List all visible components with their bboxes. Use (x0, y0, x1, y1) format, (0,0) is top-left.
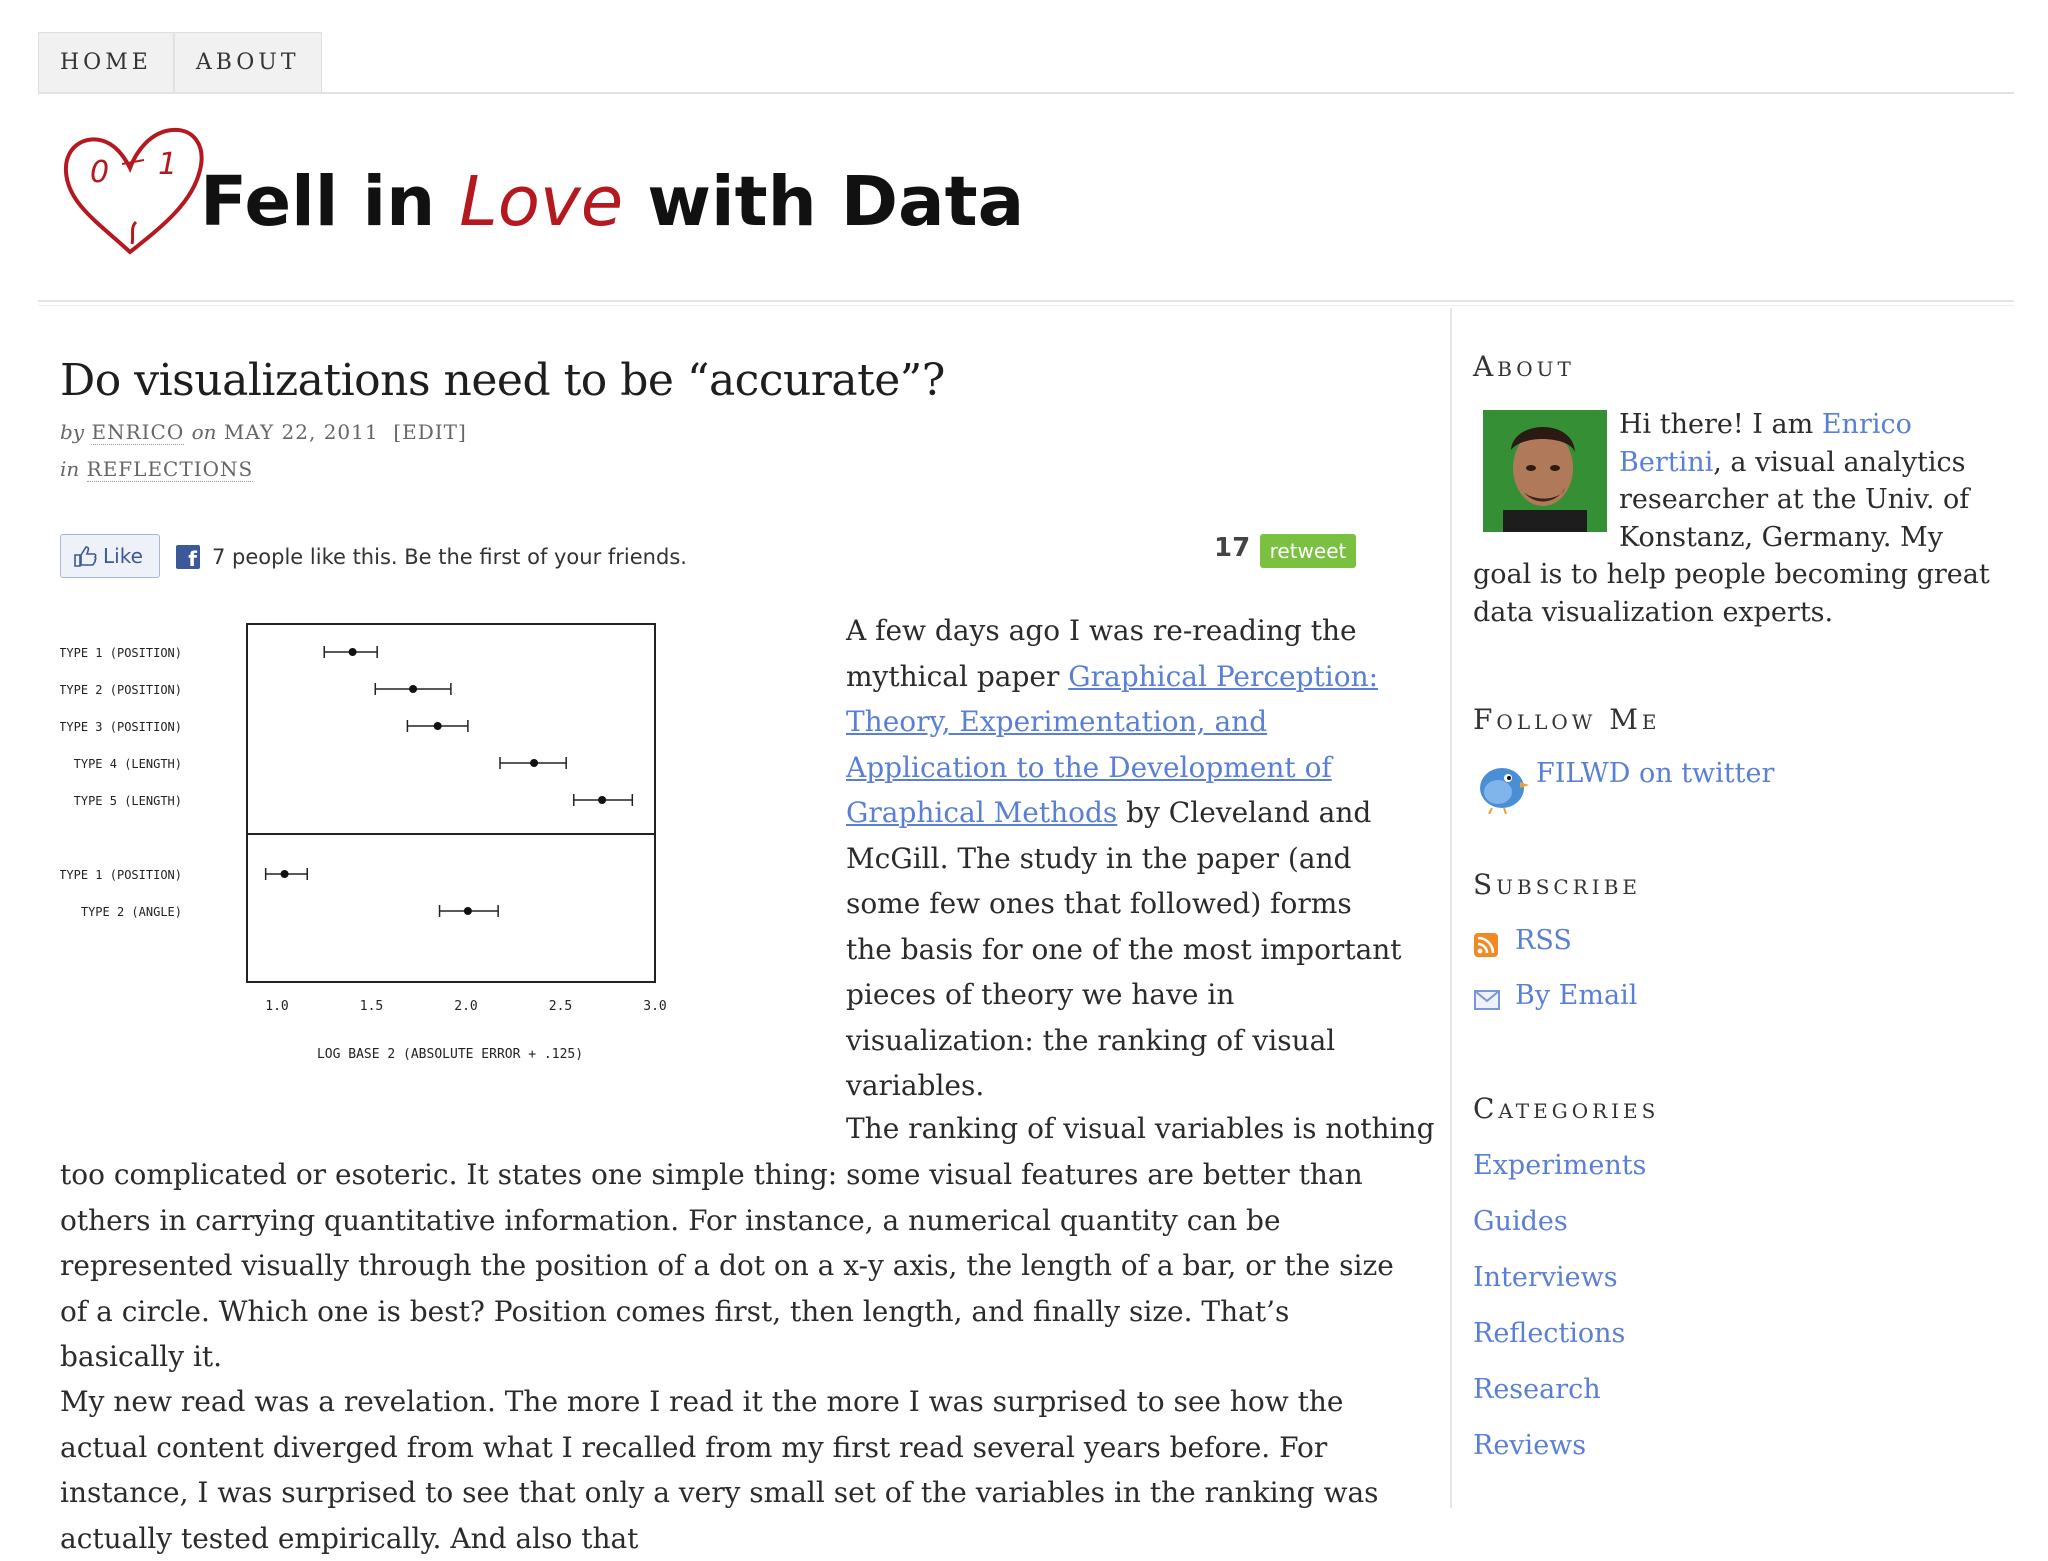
row-label: TYPE 3 (POSITION) (60, 720, 182, 734)
about-text-before: Hi there! I am (1619, 409, 1822, 440)
chart-xlabel: LOG BASE 2 (ABSOLUTE ERROR + .125) (317, 1047, 583, 1062)
x-tick-label: 2.0 (454, 999, 477, 1014)
chart-ticks: 1.0 1.5 2.0 2.5 3.0 (265, 999, 666, 1014)
email-icon[interactable] (1474, 990, 1500, 1010)
twitter-bird-icon[interactable] (1474, 754, 1530, 814)
row-label: TYPE 2 (POSITION) (60, 683, 182, 697)
byline-on: on (191, 420, 217, 444)
intro-paragraph: A few days ago I was re-reading the myth… (846, 608, 1406, 1109)
data-point (280, 870, 289, 878)
data-point (598, 796, 607, 804)
nav-divider (38, 92, 2014, 94)
category-interviews[interactable]: Interviews (1473, 1262, 1618, 1293)
byline-author[interactable]: ENRICO (91, 420, 185, 445)
site-title-love: Love (459, 162, 624, 242)
facebook-like-button[interactable]: Like (60, 534, 160, 578)
data-point (348, 648, 357, 656)
row-label: TYPE 5 (LENGTH) (74, 794, 182, 808)
chart-frame (246, 623, 656, 983)
thumbs-up-icon (74, 546, 97, 567)
site-title-part2: with Data (623, 162, 1025, 242)
retweet-button[interactable]: retweet (1260, 534, 1356, 568)
sidebar-about-title: About (1473, 350, 1575, 383)
rss-link[interactable]: RSS (1515, 925, 1572, 956)
category-reviews[interactable]: Reviews (1473, 1430, 1586, 1461)
data-point (433, 722, 442, 730)
category-experiments[interactable]: Experiments (1473, 1150, 1646, 1181)
paragraph2-first-line: The ranking of visual variables is nothi… (846, 1112, 1435, 1145)
heart-logo-icon[interactable]: 0 1 (60, 124, 208, 258)
nav-about[interactable]: ABOUT (173, 32, 322, 92)
top-nav: HOME ABOUT (38, 32, 322, 92)
avatar (1483, 410, 1607, 532)
row-label: TYPE 2 (ANGLE) (81, 905, 182, 919)
x-tick-label: 3.0 (643, 999, 666, 1014)
byline-by: by (60, 420, 85, 444)
sidebar-categories-title: Categories (1473, 1092, 1660, 1125)
category-guides[interactable]: Guides (1473, 1206, 1568, 1237)
byline-date: MAY 22, 2011 (223, 420, 379, 444)
x-tick-label: 1.0 (265, 999, 288, 1014)
sidebar-follow-title: Follow Me (1473, 703, 1661, 736)
category-in: in (60, 457, 80, 481)
twitter-link[interactable]: FILWD on twitter (1536, 758, 1774, 789)
header-divider (38, 300, 2014, 302)
rss-icon[interactable] (1474, 933, 1498, 957)
x-tick-label: 2.5 (549, 999, 572, 1014)
logo-digit-zero: 0 (90, 155, 109, 190)
data-point (463, 907, 472, 915)
category-research[interactable]: Research (1473, 1374, 1601, 1405)
nav-home[interactable]: HOME (38, 32, 174, 92)
chart-rows: TYPE 1 (POSITION) TYPE 2 (POSITION) TYPE 3… (60, 646, 634, 919)
perception-chart: TYPE 1 (POSITION) TYPE 2 (POSITION) TYPE 3… (60, 623, 667, 1062)
category-reflections[interactable]: Reflections (1473, 1318, 1625, 1349)
edit-link[interactable]: [EDIT] (393, 420, 466, 444)
like-label: Like (103, 544, 143, 568)
x-tick-label: 1.5 (360, 999, 383, 1014)
sidebar-subscribe-title: Subscribe (1473, 868, 1641, 901)
paragraph2: too complicated or esoteric. It states o… (60, 1158, 1394, 1373)
data-point (409, 685, 418, 693)
retweet-count: 17 (1214, 533, 1251, 563)
sidebar-divider (1450, 308, 1452, 1508)
post-title[interactable]: Do visualizations need to be “accurate”? (60, 355, 945, 406)
facebook-icon: f (176, 545, 200, 569)
header-divider-thin (38, 305, 2014, 306)
logo-digit-one: 1 (158, 147, 177, 182)
intro-text-after: by Cleveland and McGill. The study in th… (846, 796, 1402, 1102)
data-point (530, 759, 539, 767)
post-category-link[interactable]: REFLECTIONS (86, 457, 254, 482)
site-title-part1: Fell in (200, 162, 460, 242)
category-list: Experiments Guides Interviews Reflection… (1473, 1146, 1646, 1482)
row-label: TYPE 1 (POSITION) (60, 646, 182, 660)
row-label: TYPE 1 (POSITION) (60, 868, 182, 882)
row-label: TYPE 4 (LENGTH) (74, 757, 182, 771)
site-title[interactable]: Fell in Love with Data (200, 168, 1024, 237)
post-byline: by ENRICO on MAY 22, 2011 [EDIT] (60, 420, 467, 445)
paragraph3: My new read was a revelation. The more I… (60, 1385, 1379, 1555)
post-category-line: in REFLECTIONS (60, 457, 254, 482)
facebook-like-text: 7 people like this. Be the first of your… (212, 545, 687, 569)
email-subscribe-link[interactable]: By Email (1515, 980, 1637, 1011)
